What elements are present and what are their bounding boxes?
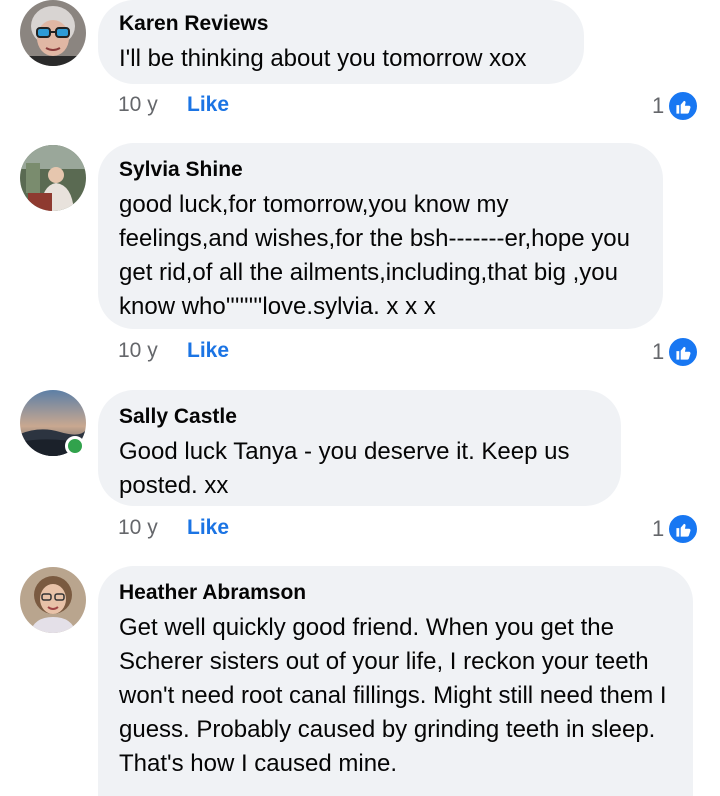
comment-bubble: Sylvia Shine good luck,for tomorrow,you … <box>98 143 663 329</box>
reaction-count-label: 1 <box>652 516 665 541</box>
comment-author[interactable]: Karen Reviews <box>119 11 562 37</box>
comment-actions: 10 y Like 1 <box>0 513 720 545</box>
comment-bubble: Heather Abramson Get well quickly good f… <box>98 566 693 796</box>
comment-text: Good luck Tanya - you deserve it. Keep u… <box>119 438 570 499</box>
avatar[interactable] <box>20 567 86 633</box>
thumbs-up-icon <box>667 336 700 368</box>
reaction-count[interactable]: 1 <box>652 90 700 122</box>
comment-bubble: Sally Castle Good luck Tanya - you deser… <box>98 390 621 506</box>
like-button[interactable]: Like <box>187 516 229 540</box>
like-button[interactable]: Like <box>187 339 229 363</box>
comment-author[interactable]: Heather Abramson <box>119 580 671 606</box>
comment-text: I'll be thinking about you tomorrow xox <box>119 45 527 72</box>
avatar[interactable] <box>20 0 86 66</box>
thumbs-up-icon <box>667 513 700 545</box>
comment-timestamp[interactable]: 10 y <box>118 516 158 540</box>
comment-actions: 10 y Like 1 <box>0 90 720 122</box>
reaction-count-label: 1 <box>652 339 665 364</box>
comment-actions: 10 y Like 1 <box>0 336 720 368</box>
reaction-count-label: 1 <box>652 93 665 118</box>
comment-text: good luck,for tomorrow,you know my feeli… <box>119 191 630 320</box>
reaction-count[interactable]: 1 <box>652 513 700 545</box>
online-status-dot <box>65 436 85 456</box>
comment-timestamp[interactable]: 10 y <box>118 93 158 117</box>
comment-author[interactable]: Sylvia Shine <box>119 157 641 183</box>
comment-author[interactable]: Sally Castle <box>119 404 599 430</box>
comment-bubble: Karen Reviews I'll be thinking about you… <box>98 0 584 84</box>
comment-text: Get well quickly good friend. When you g… <box>119 614 667 777</box>
like-button[interactable]: Like <box>187 93 229 117</box>
avatar[interactable] <box>20 145 86 211</box>
comment-timestamp[interactable]: 10 y <box>118 339 158 363</box>
thumbs-up-icon <box>667 90 700 122</box>
reaction-count[interactable]: 1 <box>652 336 700 368</box>
